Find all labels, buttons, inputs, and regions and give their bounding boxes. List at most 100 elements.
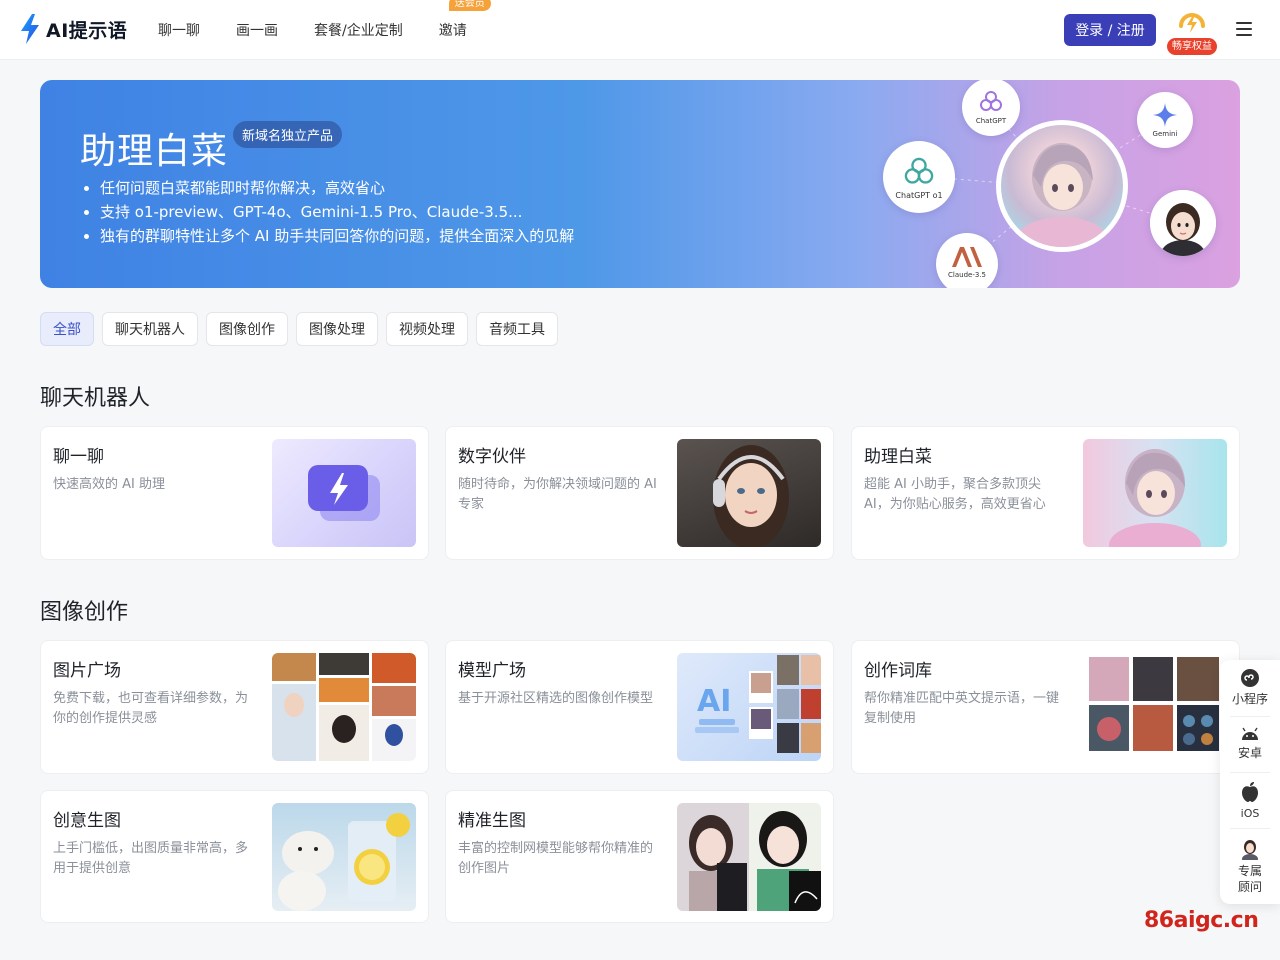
chatgpt-logo-icon xyxy=(980,91,1002,111)
girl-avatar-icon xyxy=(1150,190,1216,256)
section-title-image-creation: 图像创作 xyxy=(40,600,129,625)
banner-feature: 独有的群聊特性让多个 AI 助手共同回答你的问题，提供全面深入的见解 xyxy=(84,224,574,248)
invite-badge: 送会员 xyxy=(448,0,491,11)
anime-girl-illustration xyxy=(1109,449,1201,547)
section-title-chatbot: 聊天机器人 xyxy=(40,386,151,411)
filter-chatbot[interactable]: 聊天机器人 xyxy=(102,312,198,346)
nav-plans[interactable]: 套餐/企业定制 xyxy=(314,20,403,40)
card-image-square[interactable]: 图片广场 免费下载，也可查看详细参数，为你的创作提供灵感 xyxy=(40,640,429,774)
chatgpt-o1-label: ChatGPT o1 xyxy=(895,190,943,200)
card-title: 助理白菜 xyxy=(864,447,932,467)
svg-text:AI: AI xyxy=(697,684,731,719)
card-desc: 随时待命，为你解决领域问题的 AI 专家 xyxy=(458,477,657,512)
card-image xyxy=(677,439,821,547)
gemini-star-icon xyxy=(1153,103,1177,127)
claude-logo-icon xyxy=(952,247,982,267)
promo-banner[interactable]: 助理白菜 新域名独立产品 任何问题白菜都能即时帮你解决，高效省心 支持 o1-p… xyxy=(40,80,1240,288)
card-desc: 超能 AI 小助手，聚合多款顶尖 AI，为你贴心服务，高效更省心 xyxy=(864,477,1046,512)
dock-label: 安卓 xyxy=(1237,746,1262,760)
assistant-avatar-small xyxy=(1150,190,1216,256)
dock-label: 小程序 xyxy=(1231,692,1268,706)
site-watermark: 86aigc.cn xyxy=(1144,908,1259,933)
nav-chat[interactable]: 聊一聊 xyxy=(158,20,200,40)
filter-all[interactable]: 全部 xyxy=(40,312,94,346)
vip-benefits-button[interactable]: 畅享权益 xyxy=(1167,8,1217,55)
card-digital-partner[interactable]: 数字伙伴 随时待命，为你解决领域问题的 AI 专家 xyxy=(445,426,834,560)
nav-invite[interactable]: 邀请 送会员 xyxy=(438,0,491,40)
nav-invite-label: 邀请 xyxy=(438,23,467,39)
filter-image-processing[interactable]: 图像处理 xyxy=(296,312,378,346)
chatgpt-o1-logo-icon xyxy=(904,157,934,184)
card-desc: 基于开源社区精选的图像创作模型 xyxy=(458,691,654,706)
card-desc: 上手门槛低，出图质量非常高，多用于提供创意 xyxy=(53,841,249,876)
banner-feature: 任何问题白菜都能即时帮你解决，高效省心 xyxy=(84,176,574,200)
card-image xyxy=(272,653,416,761)
card-image xyxy=(272,803,416,911)
card-desc: 免费下载，也可查看详细参数，为你的创作提供灵感 xyxy=(53,691,249,726)
vip-lightning-icon xyxy=(1179,13,1205,33)
hamburger-menu-icon[interactable] xyxy=(1236,22,1252,36)
card-image xyxy=(272,439,416,547)
banner-features: 任何问题白菜都能即时帮你解决，高效省心 支持 o1-preview、GPT-4o… xyxy=(84,176,574,248)
logo-text: AI提示语 xyxy=(46,19,128,42)
card-prompt-library[interactable]: 创作词库 帮你精准匹配中英文提示语，一键复制使用 xyxy=(851,640,1240,774)
photo-collage xyxy=(272,653,416,761)
banner-tag: 新域名独立产品 xyxy=(233,121,343,148)
chatgpt-o1-bot: ChatGPT o1 xyxy=(883,141,955,213)
login-register-button[interactable]: 登录 / 注册 xyxy=(1064,14,1156,46)
gemini-label: Gemini xyxy=(1152,130,1178,138)
dock-label: 专属 顾问 xyxy=(1237,864,1262,894)
filter-video-processing[interactable]: 视频处理 xyxy=(386,312,468,346)
card-desc: 帮你精准匹配中英文提示语，一键复制使用 xyxy=(864,691,1060,726)
site-logo[interactable]: AI提示语 xyxy=(18,13,127,45)
card-image xyxy=(1083,439,1227,547)
card-title: 创意生图 xyxy=(53,811,121,831)
dock-android[interactable]: 安卓 xyxy=(1220,726,1280,761)
dock-divider xyxy=(1230,772,1270,773)
nav-draw[interactable]: 画一画 xyxy=(236,20,278,40)
card-chat[interactable]: 聊一聊 快速高效的 AI 助理 xyxy=(40,426,429,560)
card-title: 模型广场 xyxy=(458,661,526,681)
card-creative-generation[interactable]: 创意生图 上手门槛低，出图质量非常高，多用于提供创意 xyxy=(40,790,429,923)
right-side-dock: 小程序 安卓 iOS 专属 顾问 xyxy=(1220,660,1280,904)
chat-bubble-lightning-icon xyxy=(308,465,380,521)
chatgpt-bot: ChatGPT xyxy=(962,80,1020,136)
dock-mini-program[interactable]: 小程序 xyxy=(1220,668,1280,707)
dock-divider xyxy=(1230,716,1270,717)
category-filters: 全部 聊天机器人 图像创作 图像处理 视频处理 音频工具 xyxy=(40,312,566,346)
controlnet-portrait-image xyxy=(677,803,821,911)
card-assistant-baicai[interactable]: 助理白菜 超能 AI 小助手，聚合多款顶尖 AI，为你贴心服务，高效更省心 xyxy=(851,426,1240,560)
mini-program-icon xyxy=(1241,669,1259,687)
vip-label: 畅享权益 xyxy=(1167,38,1217,55)
claude-bot: Claude-3.5 xyxy=(936,233,998,288)
anime-girl-illustration xyxy=(1014,143,1110,247)
woman-headphones-portrait xyxy=(713,445,789,547)
top-header: AI提示语 聊一聊 画一画 套餐/企业定制 邀请 送会员 登录 / 注册 畅享权… xyxy=(0,0,1280,60)
dock-advisor[interactable]: 专属 顾问 xyxy=(1220,838,1280,895)
card-title: 图片广场 xyxy=(53,661,121,681)
card-desc: 快速高效的 AI 助理 xyxy=(53,477,165,492)
card-image: AI xyxy=(677,653,821,761)
advisor-avatar-icon xyxy=(1242,840,1258,860)
card-precise-generation[interactable]: 精准生图 丰富的控制网模型能够帮你精准的创作图片 xyxy=(445,790,834,923)
banner-feature: 支持 o1-preview、GPT-4o、Gemini-1.5 Pro、Clau… xyxy=(84,200,574,224)
banner-title: 助理白菜 xyxy=(80,131,229,172)
ai-model-collage: AI xyxy=(695,655,821,753)
chatgpt-label: ChatGPT xyxy=(975,117,1007,125)
card-title: 聊一聊 xyxy=(53,447,104,467)
apple-icon xyxy=(1242,782,1258,802)
main-nav: 聊一聊 画一画 套餐/企业定制 邀请 送会员 xyxy=(158,0,503,60)
card-image xyxy=(1083,653,1227,761)
prompt-grid-collage xyxy=(1089,657,1219,751)
gemini-bot: Gemini xyxy=(1137,92,1193,148)
card-model-square[interactable]: 模型广场 基于开源社区精选的图像创作模型 AI xyxy=(445,640,834,774)
card-desc: 丰富的控制网模型能够帮你精准的创作图片 xyxy=(458,841,654,876)
polar-bear-lemonade-image xyxy=(278,813,410,911)
card-title: 创作词库 xyxy=(864,661,932,681)
filter-audio-tools[interactable]: 音频工具 xyxy=(476,312,558,346)
dock-ios[interactable]: iOS xyxy=(1220,781,1280,822)
card-image xyxy=(677,803,821,911)
claude-label: Claude-3.5 xyxy=(948,271,986,279)
dock-divider xyxy=(1230,828,1270,829)
filter-image-creation[interactable]: 图像创作 xyxy=(206,312,288,346)
